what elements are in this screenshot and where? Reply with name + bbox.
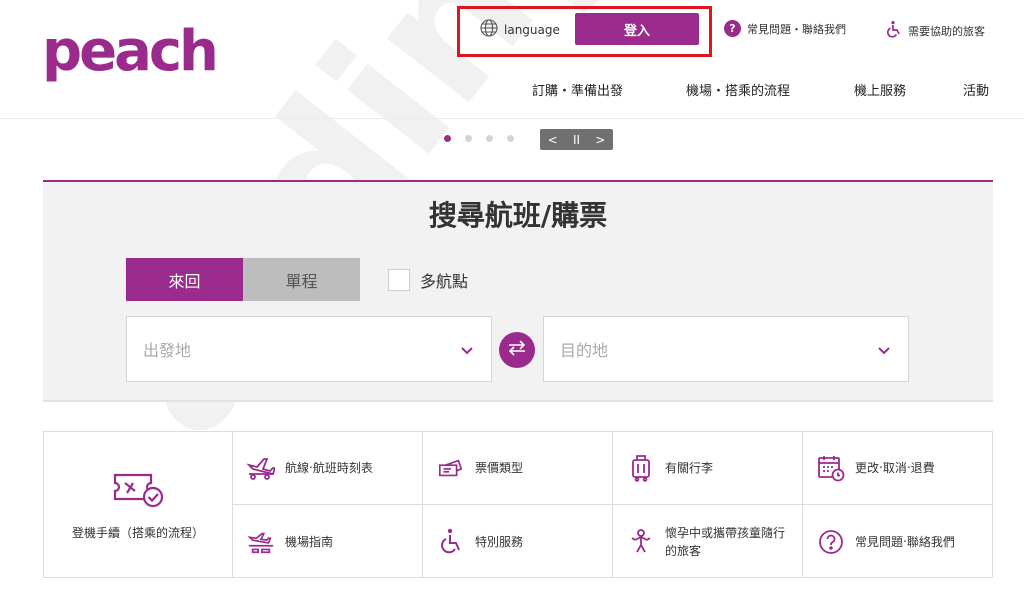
swap-arrows-icon <box>506 339 528 361</box>
assist-link[interactable]: 需要協助的旅客 <box>884 20 985 41</box>
calendar-icon <box>817 454 845 482</box>
carousel-pause-button[interactable]: II <box>573 133 580 147</box>
carousel-dot[interactable] <box>486 135 493 142</box>
chevron-down-icon <box>461 340 473 359</box>
carousel-prev-button[interactable]: < <box>548 133 558 147</box>
ticket-icon <box>437 454 465 482</box>
origin-placeholder: 出發地 <box>143 341 192 360</box>
carousel-dot[interactable] <box>444 135 451 142</box>
tab-round-trip[interactable]: 來回 <box>126 258 243 301</box>
link-change-cancel[interactable]: 更改‧取消‧退費 <box>803 432 993 505</box>
assist-label: 需要協助的旅客 <box>908 24 985 38</box>
suitcase-icon <box>627 454 655 482</box>
faq-label: 常見問題・聯絡我們 <box>747 22 846 36</box>
chevron-down-icon <box>878 340 890 359</box>
boarding-pass-icon <box>111 469 165 512</box>
airport-icon <box>247 528 275 556</box>
flight-search-panel: 搜尋航班/購票 來回 單程 多航點 出發地 目的地 <box>43 180 993 402</box>
wheelchair-icon <box>884 20 902 41</box>
destination-select[interactable]: 目的地 <box>543 316 909 382</box>
link-routes-timetable[interactable]: 航線‧航班時刻表 <box>233 432 423 505</box>
multi-city-label: 多航點 <box>420 272 469 291</box>
parent-child-icon <box>627 528 655 556</box>
link-baggage[interactable]: 有關行李 <box>613 432 803 505</box>
peach-logo[interactable]: peach <box>42 22 219 82</box>
search-title: 搜尋航班/購票 <box>428 199 608 232</box>
destination-placeholder: 目的地 <box>560 341 609 360</box>
checkin-label: 登機手續（搭乘的流程） <box>71 525 204 540</box>
globe-icon <box>480 19 498 40</box>
language-selector[interactable]: language <box>480 19 560 40</box>
nav-inflight[interactable]: 機上服務 <box>854 80 906 99</box>
airplane-icon <box>247 454 275 482</box>
carousel-dots <box>444 135 514 142</box>
link-special-services[interactable]: 特別服務 <box>423 505 613 578</box>
link-pregnant-children[interactable]: 懷孕中或攜帶孩童隨行的旅客 <box>613 505 803 578</box>
nav-booking[interactable]: 訂購・準備出發 <box>532 80 623 99</box>
checkin-link[interactable]: 登機手續（搭乘的流程） <box>44 432 233 577</box>
link-airport-guide[interactable]: 機場指南 <box>233 505 423 578</box>
language-label: language <box>504 22 560 37</box>
tab-one-way[interactable]: 單程 <box>243 258 360 301</box>
faq-link[interactable]: ? 常見問題・聯絡我們 <box>724 20 846 37</box>
question-icon: ? <box>724 20 741 37</box>
header-divider <box>0 118 1024 119</box>
login-button[interactable]: 登入 <box>575 13 699 45</box>
carousel-next-button[interactable]: > <box>595 133 605 147</box>
link-faq-contact[interactable]: 常見問題‧聯絡我們 <box>803 505 993 578</box>
wheelchair-icon <box>437 528 465 556</box>
carousel-dot[interactable] <box>465 135 472 142</box>
swap-button[interactable] <box>499 332 535 368</box>
question-circle-icon <box>817 528 845 556</box>
multi-city-option[interactable]: 多航點 <box>388 268 468 292</box>
link-fare-types[interactable]: 票價類型 <box>423 432 613 505</box>
carousel-controls: < II > <box>540 129 613 150</box>
quick-links-grid: 登機手續（搭乘的流程） 航線‧航班時刻表 票價類型 有關行李 更改‧取消‧退費 … <box>43 431 993 578</box>
multi-city-checkbox[interactable] <box>388 269 410 291</box>
origin-select[interactable]: 出發地 <box>126 316 492 382</box>
nav-airport[interactable]: 機場・搭乘的流程 <box>686 80 790 99</box>
carousel-dot[interactable] <box>507 135 514 142</box>
nav-events[interactable]: 活動 <box>963 80 989 99</box>
